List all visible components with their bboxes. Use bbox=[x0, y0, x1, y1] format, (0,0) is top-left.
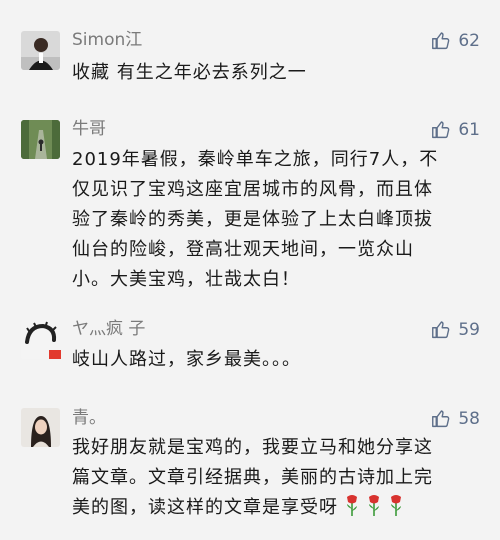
comment-author[interactable]: ヤ灬疯 子 bbox=[72, 319, 145, 339]
comment-text-line: 2019年暑假，秦岭单车之旅，同行7人，不 bbox=[72, 149, 439, 170]
china-flag-icon bbox=[49, 350, 61, 359]
like-count: 61 bbox=[458, 119, 480, 140]
comment-text: 收藏 有生之年必去系列之一 bbox=[72, 62, 307, 83]
avatar[interactable] bbox=[21, 31, 60, 70]
comment-text-segment: 美的图，读这样的文章是享受呀 bbox=[72, 497, 338, 518]
comment-text-line: 验了秦岭的秀美，更是体验了上太白峰顶拔 bbox=[72, 209, 433, 230]
comment-author[interactable]: 青。 bbox=[72, 408, 106, 428]
rose-emoji-icon bbox=[366, 494, 382, 516]
comment-text-line: 篇文章。文章引经据典，美丽的古诗加上完 bbox=[72, 467, 433, 488]
comment-text: 岐山人路过，家乡最美。。。 bbox=[72, 349, 301, 370]
avatar-image bbox=[21, 120, 60, 159]
comment-text-line: 小。大美宝鸡，壮哉太白！ bbox=[72, 269, 300, 290]
avatar[interactable] bbox=[21, 408, 60, 447]
avatar-image bbox=[21, 31, 60, 70]
comment-author[interactable]: Simon江 bbox=[72, 30, 142, 50]
like-button[interactable]: 62 bbox=[431, 30, 480, 51]
thumbs-up-icon bbox=[432, 32, 450, 50]
like-count: 58 bbox=[458, 408, 480, 429]
comment-text: 2019年暑假，秦岭单车之旅，同行7人，不 仅见识了宝鸡这座宜居城市的风骨，而且… bbox=[72, 145, 477, 295]
comment-text-line: 仅见识了宝鸡这座宜居城市的风骨，而且体 bbox=[72, 179, 433, 200]
comment-text-line: 我好朋友就是宝鸡的，我要立马和她分享这 bbox=[72, 437, 433, 458]
comment-text: 我好朋友就是宝鸡的，我要立马和她分享这 篇文章。文章引经据典，美丽的古诗加上完 … bbox=[72, 433, 477, 523]
comment-text-line: 仙台的险峻，登高壮观天地间，一览众山 bbox=[72, 239, 414, 260]
avatar[interactable] bbox=[21, 120, 60, 159]
thumbs-up-icon bbox=[432, 410, 450, 428]
like-button[interactable]: 58 bbox=[431, 408, 480, 429]
like-button[interactable]: 59 bbox=[431, 319, 480, 340]
rose-emoji-icon bbox=[388, 494, 404, 516]
comment-text-line: 美的图，读这样的文章是享受呀 bbox=[72, 493, 477, 523]
like-count: 62 bbox=[458, 30, 480, 51]
rose-emoji-icon bbox=[344, 494, 360, 516]
comment-author[interactable]: 牛哥 bbox=[72, 119, 106, 139]
thumbs-up-icon bbox=[432, 121, 450, 139]
like-button[interactable]: 61 bbox=[431, 119, 480, 140]
thumbs-up-icon bbox=[432, 321, 450, 339]
like-count: 59 bbox=[458, 319, 480, 340]
avatar-image bbox=[21, 408, 60, 447]
